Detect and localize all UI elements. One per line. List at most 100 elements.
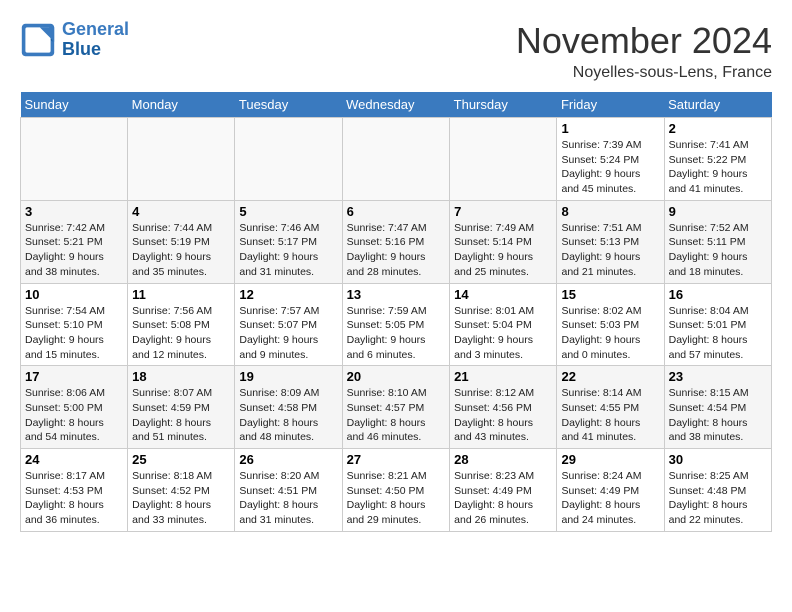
- day-info: Sunrise: 8:12 AM Sunset: 4:56 PM Dayligh…: [454, 386, 552, 445]
- day-info: Sunrise: 7:52 AM Sunset: 5:11 PM Dayligh…: [669, 221, 767, 280]
- calendar-cell: [450, 118, 557, 201]
- calendar-week-row: 10Sunrise: 7:54 AM Sunset: 5:10 PM Dayli…: [21, 283, 772, 366]
- calendar-header-row: SundayMondayTuesdayWednesdayThursdayFrid…: [21, 92, 772, 118]
- logo-text: General Blue: [62, 20, 129, 60]
- day-number: 14: [454, 287, 552, 302]
- logo-icon: [20, 22, 56, 58]
- day-number: 28: [454, 452, 552, 467]
- calendar-cell: 8 Sunrise: 7:51 AM Sunset: 5:13 PM Daylig…: [557, 200, 664, 283]
- calendar-cell: 16 Sunrise: 8:04 AM Sunset: 5:01 PM Dayli…: [664, 283, 771, 366]
- month-title: November 2024: [516, 20, 772, 62]
- page-header: General Blue November 2024 Noyelles-sous…: [20, 20, 772, 82]
- day-number: 2: [669, 121, 767, 136]
- day-number: 11: [132, 287, 230, 302]
- day-info: Sunrise: 7:49 AM Sunset: 5:14 PM Dayligh…: [454, 221, 552, 280]
- calendar-cell: 3Sunrise: 7:42 AM Sunset: 5:21 PM Daylig…: [21, 200, 128, 283]
- calendar-cell: 7 Sunrise: 7:49 AM Sunset: 5:14 PM Daylig…: [450, 200, 557, 283]
- day-info: Sunrise: 8:25 AM Sunset: 4:48 PM Dayligh…: [669, 469, 767, 528]
- calendar-cell: 1 Sunrise: 7:39 AM Sunset: 5:24 PM Daylig…: [557, 118, 664, 201]
- calendar-cell: 24 Sunrise: 8:17 AM Sunset: 4:53 PM Dayli…: [21, 449, 128, 532]
- calendar-cell: 25Sunrise: 8:18 AM Sunset: 4:52 PM Dayli…: [128, 449, 235, 532]
- day-info: Sunrise: 7:56 AM Sunset: 5:08 PM Dayligh…: [132, 304, 230, 363]
- day-info: Sunrise: 8:14 AM Sunset: 4:55 PM Dayligh…: [561, 386, 659, 445]
- calendar-week-row: 3Sunrise: 7:42 AM Sunset: 5:21 PM Daylig…: [21, 200, 772, 283]
- day-info: Sunrise: 8:18 AM Sunset: 4:52 PM Dayligh…: [132, 469, 230, 528]
- day-info: Sunrise: 7:57 AM Sunset: 5:07 PM Dayligh…: [239, 304, 337, 363]
- day-info: Sunrise: 7:39 AM Sunset: 5:24 PM Dayligh…: [561, 138, 659, 197]
- calendar-week-row: 17Sunrise: 8:06 AM Sunset: 5:00 PM Dayli…: [21, 366, 772, 449]
- calendar-cell: 2 Sunrise: 7:41 AM Sunset: 5:22 PM Daylig…: [664, 118, 771, 201]
- calendar-cell: 9 Sunrise: 7:52 AM Sunset: 5:11 PM Daylig…: [664, 200, 771, 283]
- day-number: 12: [239, 287, 337, 302]
- day-number: 26: [239, 452, 337, 467]
- weekday-header: Wednesday: [342, 92, 450, 118]
- day-info: Sunrise: 7:51 AM Sunset: 5:13 PM Dayligh…: [561, 221, 659, 280]
- day-info: Sunrise: 8:17 AM Sunset: 4:53 PM Dayligh…: [25, 469, 123, 528]
- calendar-cell: 20Sunrise: 8:10 AM Sunset: 4:57 PM Dayli…: [342, 366, 450, 449]
- day-info: Sunrise: 7:54 AM Sunset: 5:10 PM Dayligh…: [25, 304, 123, 363]
- calendar-cell: 23Sunrise: 8:15 AM Sunset: 4:54 PM Dayli…: [664, 366, 771, 449]
- day-number: 27: [347, 452, 446, 467]
- day-number: 30: [669, 452, 767, 467]
- day-number: 16: [669, 287, 767, 302]
- day-number: 23: [669, 369, 767, 384]
- day-number: 4: [132, 204, 230, 219]
- calendar-cell: 13 Sunrise: 7:59 AM Sunset: 5:05 PM Dayli…: [342, 283, 450, 366]
- day-number: 9: [669, 204, 767, 219]
- day-number: 5: [239, 204, 337, 219]
- day-number: 21: [454, 369, 552, 384]
- day-number: 13: [347, 287, 446, 302]
- day-number: 8: [561, 204, 659, 219]
- day-info: Sunrise: 7:42 AM Sunset: 5:21 PM Dayligh…: [25, 221, 123, 280]
- day-info: Sunrise: 7:41 AM Sunset: 5:22 PM Dayligh…: [669, 138, 767, 197]
- day-info: Sunrise: 8:06 AM Sunset: 5:00 PM Dayligh…: [25, 386, 123, 445]
- calendar: SundayMondayTuesdayWednesdayThursdayFrid…: [20, 92, 772, 532]
- calendar-cell: 18 Sunrise: 8:07 AM Sunset: 4:59 PM Dayli…: [128, 366, 235, 449]
- calendar-week-row: 1 Sunrise: 7:39 AM Sunset: 5:24 PM Daylig…: [21, 118, 772, 201]
- calendar-cell: 29 Sunrise: 8:24 AM Sunset: 4:49 PM Dayli…: [557, 449, 664, 532]
- day-number: 19: [239, 369, 337, 384]
- title-block: November 2024 Noyelles-sous-Lens, France: [516, 20, 772, 82]
- calendar-cell: 14Sunrise: 8:01 AM Sunset: 5:04 PM Dayli…: [450, 283, 557, 366]
- day-number: 7: [454, 204, 552, 219]
- day-number: 18: [132, 369, 230, 384]
- weekday-header: Sunday: [21, 92, 128, 118]
- weekday-header: Saturday: [664, 92, 771, 118]
- day-number: 6: [347, 204, 446, 219]
- calendar-cell: 27 Sunrise: 8:21 AM Sunset: 4:50 PM Dayli…: [342, 449, 450, 532]
- day-info: Sunrise: 8:24 AM Sunset: 4:49 PM Dayligh…: [561, 469, 659, 528]
- calendar-cell: 10Sunrise: 7:54 AM Sunset: 5:10 PM Dayli…: [21, 283, 128, 366]
- weekday-header: Friday: [557, 92, 664, 118]
- day-number: 24: [25, 452, 123, 467]
- day-info: Sunrise: 7:46 AM Sunset: 5:17 PM Dayligh…: [239, 221, 337, 280]
- day-info: Sunrise: 8:21 AM Sunset: 4:50 PM Dayligh…: [347, 469, 446, 528]
- calendar-cell: [128, 118, 235, 201]
- calendar-week-row: 24 Sunrise: 8:17 AM Sunset: 4:53 PM Dayli…: [21, 449, 772, 532]
- location: Noyelles-sous-Lens, France: [516, 64, 772, 82]
- logo: General Blue: [20, 20, 129, 60]
- day-number: 29: [561, 452, 659, 467]
- day-number: 22: [561, 369, 659, 384]
- weekday-header: Tuesday: [235, 92, 342, 118]
- day-info: Sunrise: 8:02 AM Sunset: 5:03 PM Dayligh…: [561, 304, 659, 363]
- weekday-header: Thursday: [450, 92, 557, 118]
- day-info: Sunrise: 7:44 AM Sunset: 5:19 PM Dayligh…: [132, 221, 230, 280]
- day-number: 1: [561, 121, 659, 136]
- day-info: Sunrise: 8:04 AM Sunset: 5:01 PM Dayligh…: [669, 304, 767, 363]
- calendar-cell: 12 Sunrise: 7:57 AM Sunset: 5:07 PM Dayli…: [235, 283, 342, 366]
- day-number: 15: [561, 287, 659, 302]
- calendar-cell: 11 Sunrise: 7:56 AM Sunset: 5:08 PM Dayli…: [128, 283, 235, 366]
- weekday-header: Monday: [128, 92, 235, 118]
- day-number: 20: [347, 369, 446, 384]
- day-info: Sunrise: 8:07 AM Sunset: 4:59 PM Dayligh…: [132, 386, 230, 445]
- calendar-cell: 26Sunrise: 8:20 AM Sunset: 4:51 PM Dayli…: [235, 449, 342, 532]
- calendar-cell: 17Sunrise: 8:06 AM Sunset: 5:00 PM Dayli…: [21, 366, 128, 449]
- day-info: Sunrise: 7:47 AM Sunset: 5:16 PM Dayligh…: [347, 221, 446, 280]
- calendar-cell: 19Sunrise: 8:09 AM Sunset: 4:58 PM Dayli…: [235, 366, 342, 449]
- calendar-cell: 28Sunrise: 8:23 AM Sunset: 4:49 PM Dayli…: [450, 449, 557, 532]
- calendar-cell: 15 Sunrise: 8:02 AM Sunset: 5:03 PM Dayli…: [557, 283, 664, 366]
- calendar-cell: 21 Sunrise: 8:12 AM Sunset: 4:56 PM Dayli…: [450, 366, 557, 449]
- day-info: Sunrise: 7:59 AM Sunset: 5:05 PM Dayligh…: [347, 304, 446, 363]
- calendar-cell: [342, 118, 450, 201]
- calendar-cell: 30 Sunrise: 8:25 AM Sunset: 4:48 PM Dayli…: [664, 449, 771, 532]
